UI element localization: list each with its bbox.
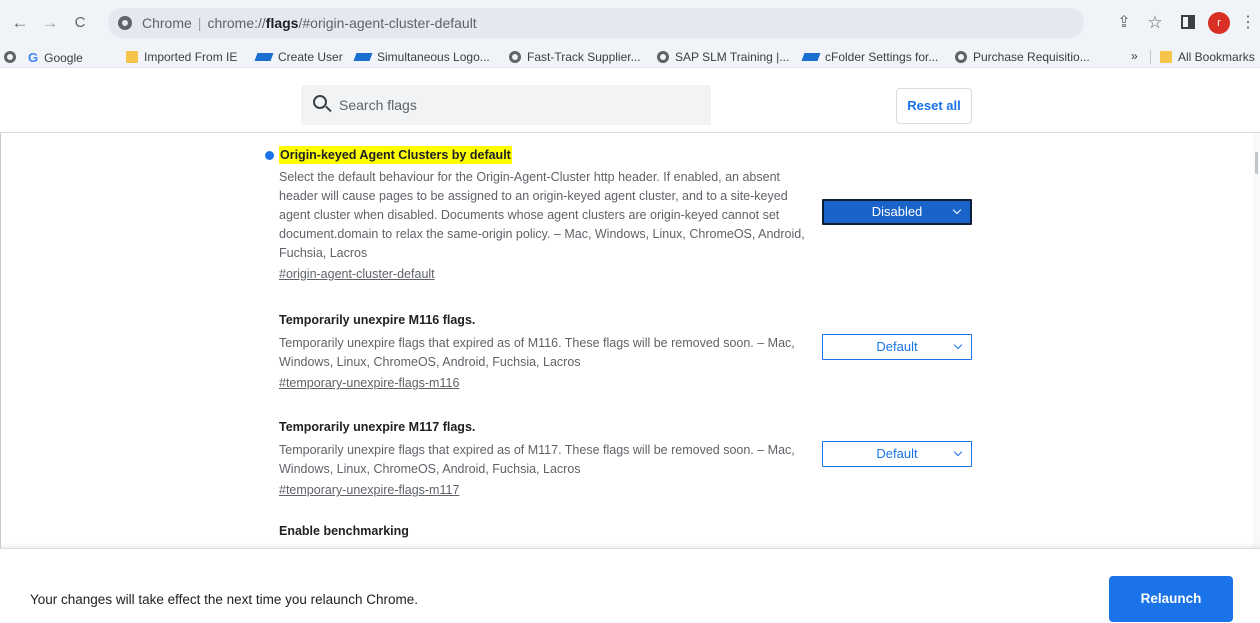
all-bookmarks-button[interactable]: All Bookmarks <box>1160 50 1255 64</box>
experiment-description: Temporarily unexpire flags that expired … <box>279 336 795 369</box>
relaunch-button[interactable]: Relaunch <box>1109 576 1233 622</box>
bookmark-cfolder-settings[interactable]: cFolder Settings for... <box>801 50 939 64</box>
reload-icon[interactable]: C <box>68 11 92 35</box>
bookmark-label: Simultaneous Logo... <box>377 50 490 64</box>
forward-arrow-icon[interactable]: → <box>38 11 62 35</box>
globe-icon <box>955 51 967 63</box>
flags-header: Reset all <box>0 69 1260 133</box>
sap-icon <box>254 53 274 61</box>
experiment-title: Origin-keyed Agent Clusters by default <box>279 146 512 164</box>
experiment-enable-benchmarking: Enable benchmarking <box>279 522 979 540</box>
chrome-site-icon[interactable] <box>118 16 132 30</box>
experiment-title: Temporarily unexpire M116 flags. <box>279 313 476 327</box>
globe-icon <box>4 51 16 63</box>
url-host: flags <box>265 15 299 31</box>
side-panel-icon[interactable] <box>1181 15 1195 29</box>
bookmark-label: Create User <box>278 50 343 64</box>
experiment-title: Temporarily unexpire M117 flags. <box>279 420 476 434</box>
bookmark-imported-from-ie[interactable]: Imported From IE <box>126 50 237 64</box>
bookmark-sap-slm-training[interactable]: SAP SLM Training |... <box>657 50 789 64</box>
select-value: Default <box>876 446 918 461</box>
experiment-title: Enable benchmarking <box>279 524 409 538</box>
google-icon: G <box>28 50 39 65</box>
bookmark-label: Fast-Track Supplier... <box>527 50 641 64</box>
url-separator: | <box>197 15 202 31</box>
page-scrollbar[interactable] <box>1253 133 1260 548</box>
browser-toolbar: ← → C Chrome | chrome://flags/#origin-agen… <box>0 0 1260 46</box>
experiment-description: Temporarily unexpire flags that expired … <box>279 443 795 476</box>
reset-all-button[interactable]: Reset all <box>896 88 972 124</box>
window-frame-edge <box>0 69 1 623</box>
profile-avatar[interactable]: r <box>1208 12 1230 34</box>
experiment-state-select[interactable]: Default <box>822 334 972 360</box>
search-box[interactable] <box>301 85 711 125</box>
select-value: Default <box>876 339 918 354</box>
globe-icon <box>657 51 669 63</box>
bookmark-label: SAP SLM Training |... <box>675 50 790 64</box>
experiment-permalink[interactable]: #temporary-unexpire-flags-m116 <box>279 374 459 392</box>
menu-kebab-icon[interactable]: ⋮ <box>1236 11 1260 35</box>
experiment-state-select[interactable]: Disabled <box>822 199 972 225</box>
bookmark-label: Google <box>44 51 83 65</box>
chevron-down-icon <box>953 442 965 466</box>
share-icon[interactable]: ⇪ <box>1112 11 1136 35</box>
folder-icon <box>126 51 138 63</box>
url-path: /#origin-agent-cluster-default <box>298 15 477 31</box>
chevron-down-icon <box>952 201 964 225</box>
bookmark-create-user[interactable]: Create User <box>254 50 343 64</box>
scrollbar-thumb[interactable] <box>1255 152 1258 174</box>
url-origin-label: Chrome <box>142 15 192 31</box>
bookmark-label: Purchase Requisitio... <box>973 50 1090 64</box>
globe-icon <box>509 51 521 63</box>
sap-icon <box>801 53 821 61</box>
address-bar[interactable]: Chrome | chrome://flags/#origin-agent-clus… <box>108 8 1084 38</box>
relaunch-message: Your changes will take effect the next t… <box>30 592 418 607</box>
chevron-down-icon <box>953 335 965 359</box>
search-icon <box>313 95 327 109</box>
sap-icon <box>353 53 373 61</box>
url-text[interactable]: Chrome | chrome://flags/#origin-agent-clus… <box>142 15 477 31</box>
bookmark-purchase-requisition[interactable]: Purchase Requisitio... <box>955 50 1090 64</box>
folder-icon <box>1160 51 1172 63</box>
bookmarks-divider <box>1150 50 1151 64</box>
experiment-state-select[interactable]: Default <box>822 441 972 467</box>
search-input[interactable] <box>339 85 699 125</box>
bookmark-google[interactable]: G Google <box>28 50 83 65</box>
select-value: Disabled <box>871 204 923 219</box>
experiment-permalink[interactable]: #origin-agent-cluster-default <box>279 265 435 283</box>
bookmark-star-icon[interactable]: ☆ <box>1143 11 1167 35</box>
bookmark-fast-track-supplier[interactable]: Fast-Track Supplier... <box>509 50 641 64</box>
bookmark-label: cFolder Settings for... <box>825 50 939 64</box>
relaunch-bar: Your changes will take effect the next t… <box>0 548 1260 623</box>
modified-indicator-dot <box>265 151 274 160</box>
back-arrow-icon[interactable]: ← <box>8 11 32 35</box>
apps-icon[interactable] <box>4 50 22 64</box>
bookmarks-overflow-chevron-icon[interactable]: » <box>1131 49 1138 63</box>
experiment-permalink[interactable]: #temporary-unexpire-flags-m117 <box>279 481 459 499</box>
all-bookmarks-label: All Bookmarks <box>1178 50 1255 64</box>
experiment-description: Select the default behaviour for the Ori… <box>279 170 805 260</box>
url-scheme: chrome:// <box>207 15 266 31</box>
bookmark-label: Imported From IE <box>144 50 238 64</box>
bookmark-simultaneous-logon[interactable]: Simultaneous Logo... <box>353 50 490 64</box>
bookmarks-bar: G Google Imported From IE Create User Sim… <box>0 46 1260 68</box>
